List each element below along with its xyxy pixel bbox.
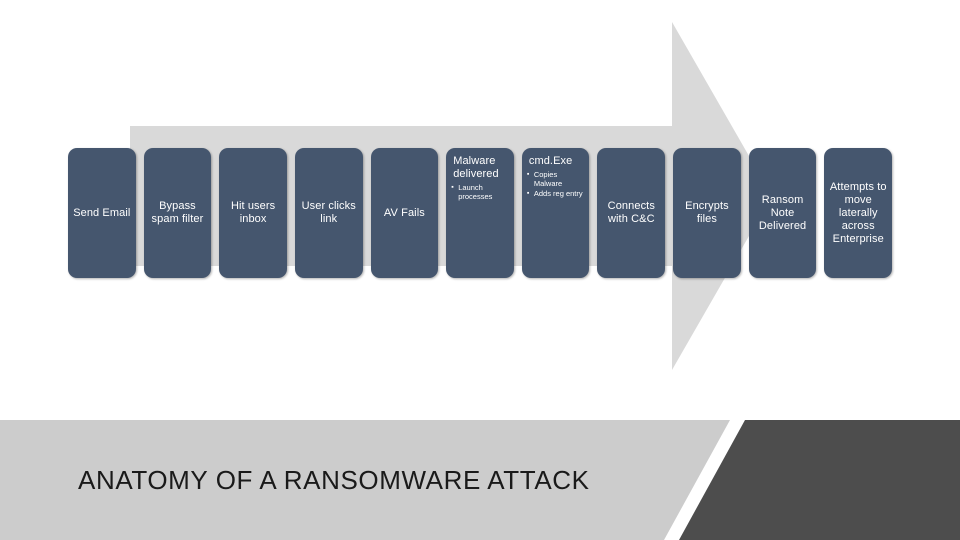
step-bullet: Copies Malware	[527, 170, 585, 189]
step-title: AV Fails	[383, 206, 425, 219]
step-title: Connects with C&C	[607, 200, 655, 225]
step-bullet-list: Launch processes	[451, 183, 509, 202]
step-bullet: Launch processes	[451, 183, 509, 202]
title-banner: ANATOMY OF A RANSOMWARE ATTACK	[0, 420, 960, 540]
process-step-connects-with-cnc[interactable]: Connects with C&C	[597, 148, 666, 278]
process-step-cmd-exe[interactable]: cmd.Exe Copies Malware Adds reg entry	[521, 148, 590, 278]
step-title: Bypass spam filter	[151, 200, 204, 225]
process-step-ransom-note-delivered[interactable]: Ransom Note Delivered	[748, 148, 817, 278]
step-title: Attempts to move laterally across Enterp…	[829, 180, 887, 245]
process-step-malware-delivered[interactable]: Malware delivered Launch processes	[446, 148, 514, 278]
step-title: Send Email	[73, 206, 131, 219]
process-step-encrypts-files[interactable]: Encrypts files	[673, 148, 741, 278]
process-step-attempts-lateral-movement[interactable]: Attempts to move laterally across Enterp…	[824, 148, 893, 278]
step-title: Malware delivered	[453, 155, 499, 180]
process-step-bypass-spam-filter[interactable]: Bypass spam filter	[143, 148, 212, 278]
step-title: User clicks link	[301, 200, 356, 225]
page-title: ANATOMY OF A RANSOMWARE ATTACK	[78, 464, 590, 495]
step-title: cmd.Exe	[528, 155, 573, 167]
process-step-user-clicks-link[interactable]: User clicks link	[294, 148, 363, 278]
step-bullet-list: Copies Malware Adds reg entry	[527, 170, 585, 199]
slide-canvas: Send Email Bypass spam filter Hit users …	[0, 0, 960, 540]
step-bullet: Adds reg entry	[527, 189, 585, 199]
process-step-hit-users-inbox[interactable]: Hit users inbox	[219, 148, 287, 278]
step-title: Encrypts files	[685, 200, 729, 225]
process-step-send-email[interactable]: Send Email	[68, 148, 136, 278]
step-title: Ransom Note Delivered	[758, 193, 807, 232]
process-step-list: Send Email Bypass spam filter Hit users …	[68, 148, 893, 278]
process-step-av-fails[interactable]: AV Fails	[370, 148, 439, 278]
step-title: Hit users inbox	[230, 200, 276, 225]
